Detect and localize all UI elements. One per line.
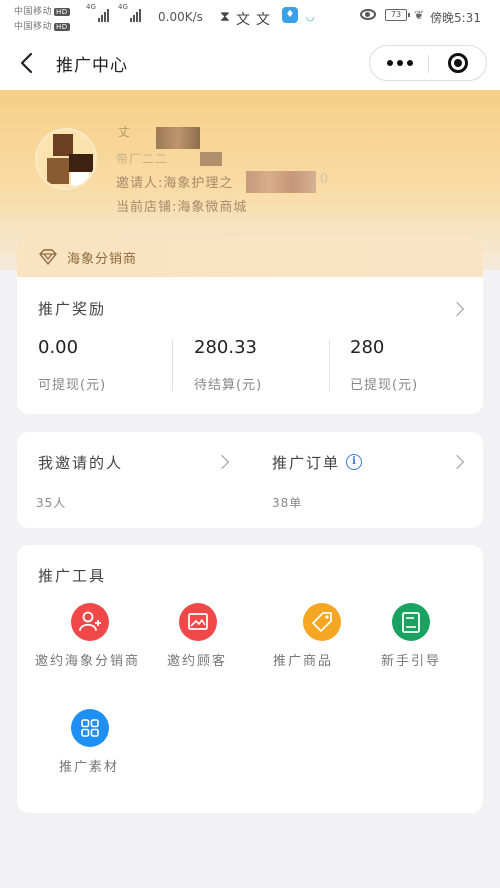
name-redaction [156, 127, 200, 149]
info-icon[interactable]: i [346, 454, 362, 470]
signal-icon [130, 6, 141, 22]
bulb-icon: ♦ [282, 7, 298, 23]
dot-icon [397, 60, 403, 66]
pixelated-blur [53, 134, 73, 156]
eye-icon [360, 9, 376, 20]
promo-orders-link[interactable]: 推广订单 38单 [250, 432, 483, 528]
inviter-redaction [246, 171, 316, 193]
divider [329, 339, 330, 391]
image-icon [179, 603, 217, 641]
reward-title: 推广奖励 [38, 300, 107, 318]
back-button[interactable] [14, 50, 40, 76]
tool-label: 新手引导 [381, 654, 442, 669]
carrier-1: 中国移动 HD [14, 7, 70, 17]
promo-tools-card: 推广工具 邀约海象分销商 邀约顾客 推广商品 新手引导 推广素材 [17, 545, 483, 813]
more-button[interactable] [374, 46, 426, 80]
promo-orders-count: 38单 [272, 496, 303, 510]
divider [172, 339, 173, 391]
inviter-tail: 0 [320, 172, 329, 187]
avatar [35, 128, 97, 190]
chevron-right-icon [449, 454, 465, 470]
book-icon [392, 603, 430, 641]
grid-icon [71, 709, 109, 747]
battery-icon: 73 [385, 9, 410, 21]
invited-people-link[interactable]: 我邀请的人 35人 [17, 432, 250, 528]
withdrawn-amount: 280 [350, 337, 385, 358]
tool-invite-distributor[interactable]: 邀约海象分销商 [35, 603, 145, 693]
pixelated-blur [47, 158, 69, 184]
withdrawable-label: 可提现(元) [38, 378, 107, 393]
chevron-left-icon [20, 52, 33, 74]
dot-icon [387, 60, 393, 66]
tool-label: 推广素材 [59, 760, 120, 775]
mini-program-capsule [369, 45, 487, 81]
tool-newbie-guide[interactable]: 新手引导 [377, 603, 477, 683]
withdrawn-label: 已提现(元) [350, 378, 419, 393]
withdrawable-amount: 0.00 [38, 337, 79, 358]
distributor-label: 海象分销商 [67, 252, 138, 267]
network-type-2: 4G [118, 3, 128, 11]
carrier-2: 中国移动 HD [14, 22, 70, 32]
user-name: 丈 [118, 125, 131, 139]
user-phone: 帝厂二二 [116, 152, 169, 166]
tool-label: 推广商品 [273, 654, 334, 669]
hourglass-icon: ⧗ [220, 9, 230, 25]
signal-icon [98, 6, 109, 22]
network-type-1: 4G [86, 3, 96, 11]
network-speed: 0.00K/s [158, 10, 203, 24]
current-store: 当前店铺:海象微商城 [116, 200, 248, 215]
tool-promo-goods[interactable]: 推广商品 [269, 603, 369, 683]
invite-card: 我邀请的人 35人 推广订单 38单 i [17, 432, 483, 528]
app-notification-icon: 文 [256, 12, 270, 28]
add-user-icon [71, 603, 109, 641]
app-notification-icon: 文 [236, 12, 250, 28]
chevron-right-icon [214, 454, 230, 470]
chevron-right-icon [449, 301, 465, 317]
close-mini-program-button[interactable] [432, 46, 484, 80]
pixelated-blur [71, 172, 89, 186]
tool-invite-customer[interactable]: 邀约顾客 [157, 603, 257, 683]
page-title: 推广中心 [56, 56, 128, 76]
tag-icon [303, 603, 341, 641]
dot-icon [407, 60, 413, 66]
promo-orders-title: 推广订单 [272, 454, 341, 472]
phone-redaction [200, 152, 222, 166]
invited-people-count: 35人 [36, 496, 67, 510]
status-bar: 中国移动 HD 中国移动 HD 4G 4G 0.00K/s ⧗ 文 文 ♦ ◡ 73… [0, 0, 500, 36]
tool-promo-materials[interactable]: 推广素材 [57, 709, 157, 789]
pixelated-blur [69, 154, 93, 172]
invited-people-title: 我邀请的人 [38, 454, 124, 472]
pending-label: 待结算(元) [194, 378, 263, 393]
nav-bar: 推广中心 [0, 36, 500, 90]
promo-tools-title: 推广工具 [38, 567, 107, 585]
pending-amount: 280.33 [194, 337, 257, 358]
wechat-icon: ◡ [306, 12, 315, 23]
diamond-icon [39, 249, 57, 265]
distributor-badge: 海象分销商 [17, 237, 483, 277]
capsule-divider [428, 55, 429, 73]
tool-label: 邀约顾客 [167, 654, 228, 669]
inviter-text: 邀请人:海象护理之 [116, 176, 234, 191]
clock-time: 傍晚5:31 [430, 11, 481, 25]
tool-label: 邀约海象分销商 [35, 654, 141, 669]
leaf-icon: ❦ [414, 8, 425, 22]
reward-card[interactable]: 推广奖励 0.00 可提现(元) 280.33 待结算(元) 280 已提现(元… [17, 277, 483, 414]
